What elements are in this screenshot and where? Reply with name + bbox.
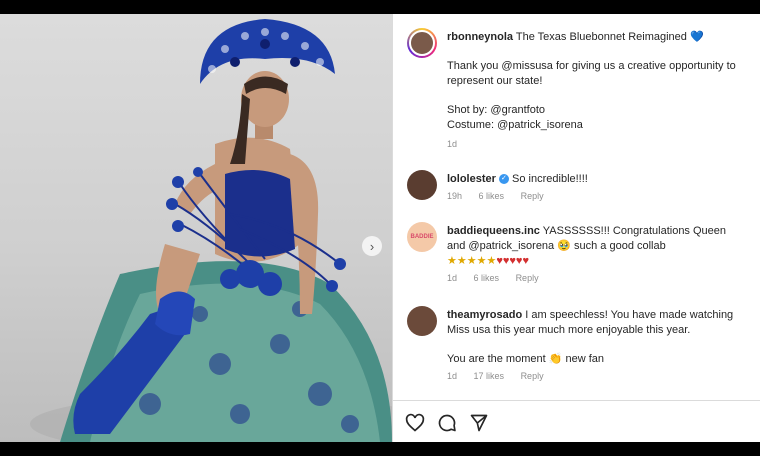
star-icons: ★★★★★ bbox=[447, 255, 497, 267]
comment-text-continued: new fan bbox=[565, 353, 605, 365]
post-photo[interactable]: › bbox=[0, 14, 392, 442]
caption-thanks: Thank you @missusa for giving us a creat… bbox=[447, 60, 736, 87]
comment-text-continued: such a good collab bbox=[574, 240, 666, 252]
caption-costume: Costume: @patrick_isorena bbox=[447, 119, 583, 131]
heart-emoji-icons: ♥♥♥♥♥ bbox=[496, 255, 529, 267]
comment-time: 19h bbox=[447, 191, 463, 201]
comment-time: 1d bbox=[447, 371, 458, 381]
post-action-bar bbox=[393, 400, 760, 443]
instagram-post-modal: › rbonneynola The Texas Bluebonnet Reima… bbox=[0, 14, 760, 442]
comment-username[interactable]: baddiequeens.inc bbox=[447, 225, 540, 237]
comment-username[interactable]: lololester bbox=[447, 173, 496, 185]
reply-button[interactable]: Reply bbox=[521, 371, 544, 381]
reply-button[interactable]: Reply bbox=[516, 273, 539, 283]
post-caption-header bbox=[407, 28, 437, 58]
chevron-right-icon[interactable]: › bbox=[362, 236, 382, 256]
avatar-logo-text: BADDIE bbox=[410, 234, 434, 240]
clapping-emoji-icon: 👏 bbox=[548, 353, 563, 365]
verified-icon: ✓ bbox=[498, 174, 509, 185]
caption-title: The Texas Bluebonnet Reimagined bbox=[515, 31, 687, 43]
comment-likes[interactable]: 6 likes bbox=[479, 191, 505, 201]
post-details-panel: rbonneynola The Texas Bluebonnet Reimagi… bbox=[392, 14, 760, 442]
avatar[interactable] bbox=[407, 28, 437, 58]
comment-text: So incredible!!!! bbox=[512, 173, 588, 185]
comment-item: BADDIE baddiequeens.inc YASSSSSS!!! Cong… bbox=[407, 222, 747, 283]
blue-heart-icon: 💙 bbox=[689, 31, 704, 43]
comment-username[interactable]: theamyrosado bbox=[447, 309, 522, 321]
avatar[interactable]: BADDIE bbox=[407, 222, 437, 252]
caption-username[interactable]: rbonneynola bbox=[447, 31, 513, 43]
comment-time: 1d bbox=[447, 273, 458, 283]
share-icon[interactable] bbox=[469, 413, 489, 433]
comment-item: theamyrosado I am speechless! You have m… bbox=[407, 306, 747, 381]
comment-text-continued: You are the moment bbox=[447, 353, 546, 365]
face-emoji-icon: 🥹 bbox=[557, 240, 571, 252]
caption-shot-by: Shot by: @grantfoto bbox=[447, 104, 546, 116]
comment-item: lololester ✓ So incredible!!!! 19h 6 lik… bbox=[407, 170, 747, 201]
avatar[interactable] bbox=[407, 170, 437, 200]
comment-icon[interactable] bbox=[437, 413, 457, 433]
heart-icon[interactable] bbox=[405, 413, 425, 433]
comment-likes[interactable]: 6 likes bbox=[474, 273, 500, 283]
avatar[interactable] bbox=[407, 306, 437, 336]
costume-illustration bbox=[30, 19, 392, 442]
reply-button[interactable]: Reply bbox=[521, 191, 544, 201]
caption-time: 1d bbox=[447, 139, 458, 149]
comment-likes[interactable]: 17 likes bbox=[474, 371, 505, 381]
post-caption: rbonneynola The Texas Bluebonnet Reimagi… bbox=[447, 30, 747, 149]
